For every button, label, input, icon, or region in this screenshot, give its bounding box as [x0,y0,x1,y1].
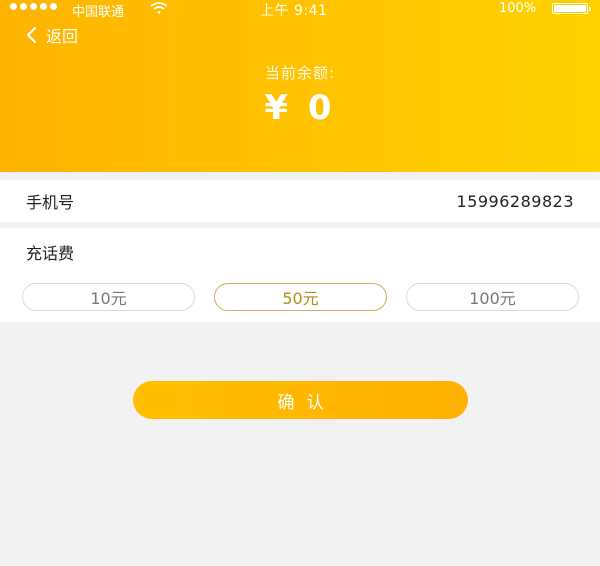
back-label: 返回 [46,27,79,46]
status-bar: 中国联通 上午 9:41 100% [0,0,600,20]
balance-label: 当前余额: [264,64,336,82]
battery-percentage: 100% [499,1,537,16]
amount-option-10[interactable]: 10元 [22,283,195,311]
amount-option-50[interactable]: 50元 [214,283,387,311]
signal-dots-icon [10,3,57,10]
amount-options: 10元 50元 100元 [22,283,580,311]
battery-icon [552,3,591,14]
confirm-button[interactable]: 确认 [133,381,468,419]
wifi-icon [150,2,168,14]
phone-number-row: 手机号 15996289823 [0,180,600,222]
phone-label: 手机号 [26,193,75,212]
recharge-section: 充话费 10元 50元 100元 [0,228,600,322]
balance-header: 中国联通 上午 9:41 100% 返回 当前余额: ¥ 0 [0,0,600,172]
amount-option-100[interactable]: 100元 [406,283,579,311]
recharge-page: 中国联通 上午 9:41 100% 返回 当前余额: ¥ 0 手机号 15996… [0,0,600,566]
phone-value: 15996289823 [456,191,574,211]
chevron-left-icon [26,26,37,44]
recharge-title: 充话费 [26,244,75,263]
back-button[interactable]: 返回 [24,24,78,46]
status-time: 上午 9:41 [260,3,328,19]
carrier-name: 中国联通 [72,5,125,20]
balance-value: ¥ 0 [264,88,336,128]
